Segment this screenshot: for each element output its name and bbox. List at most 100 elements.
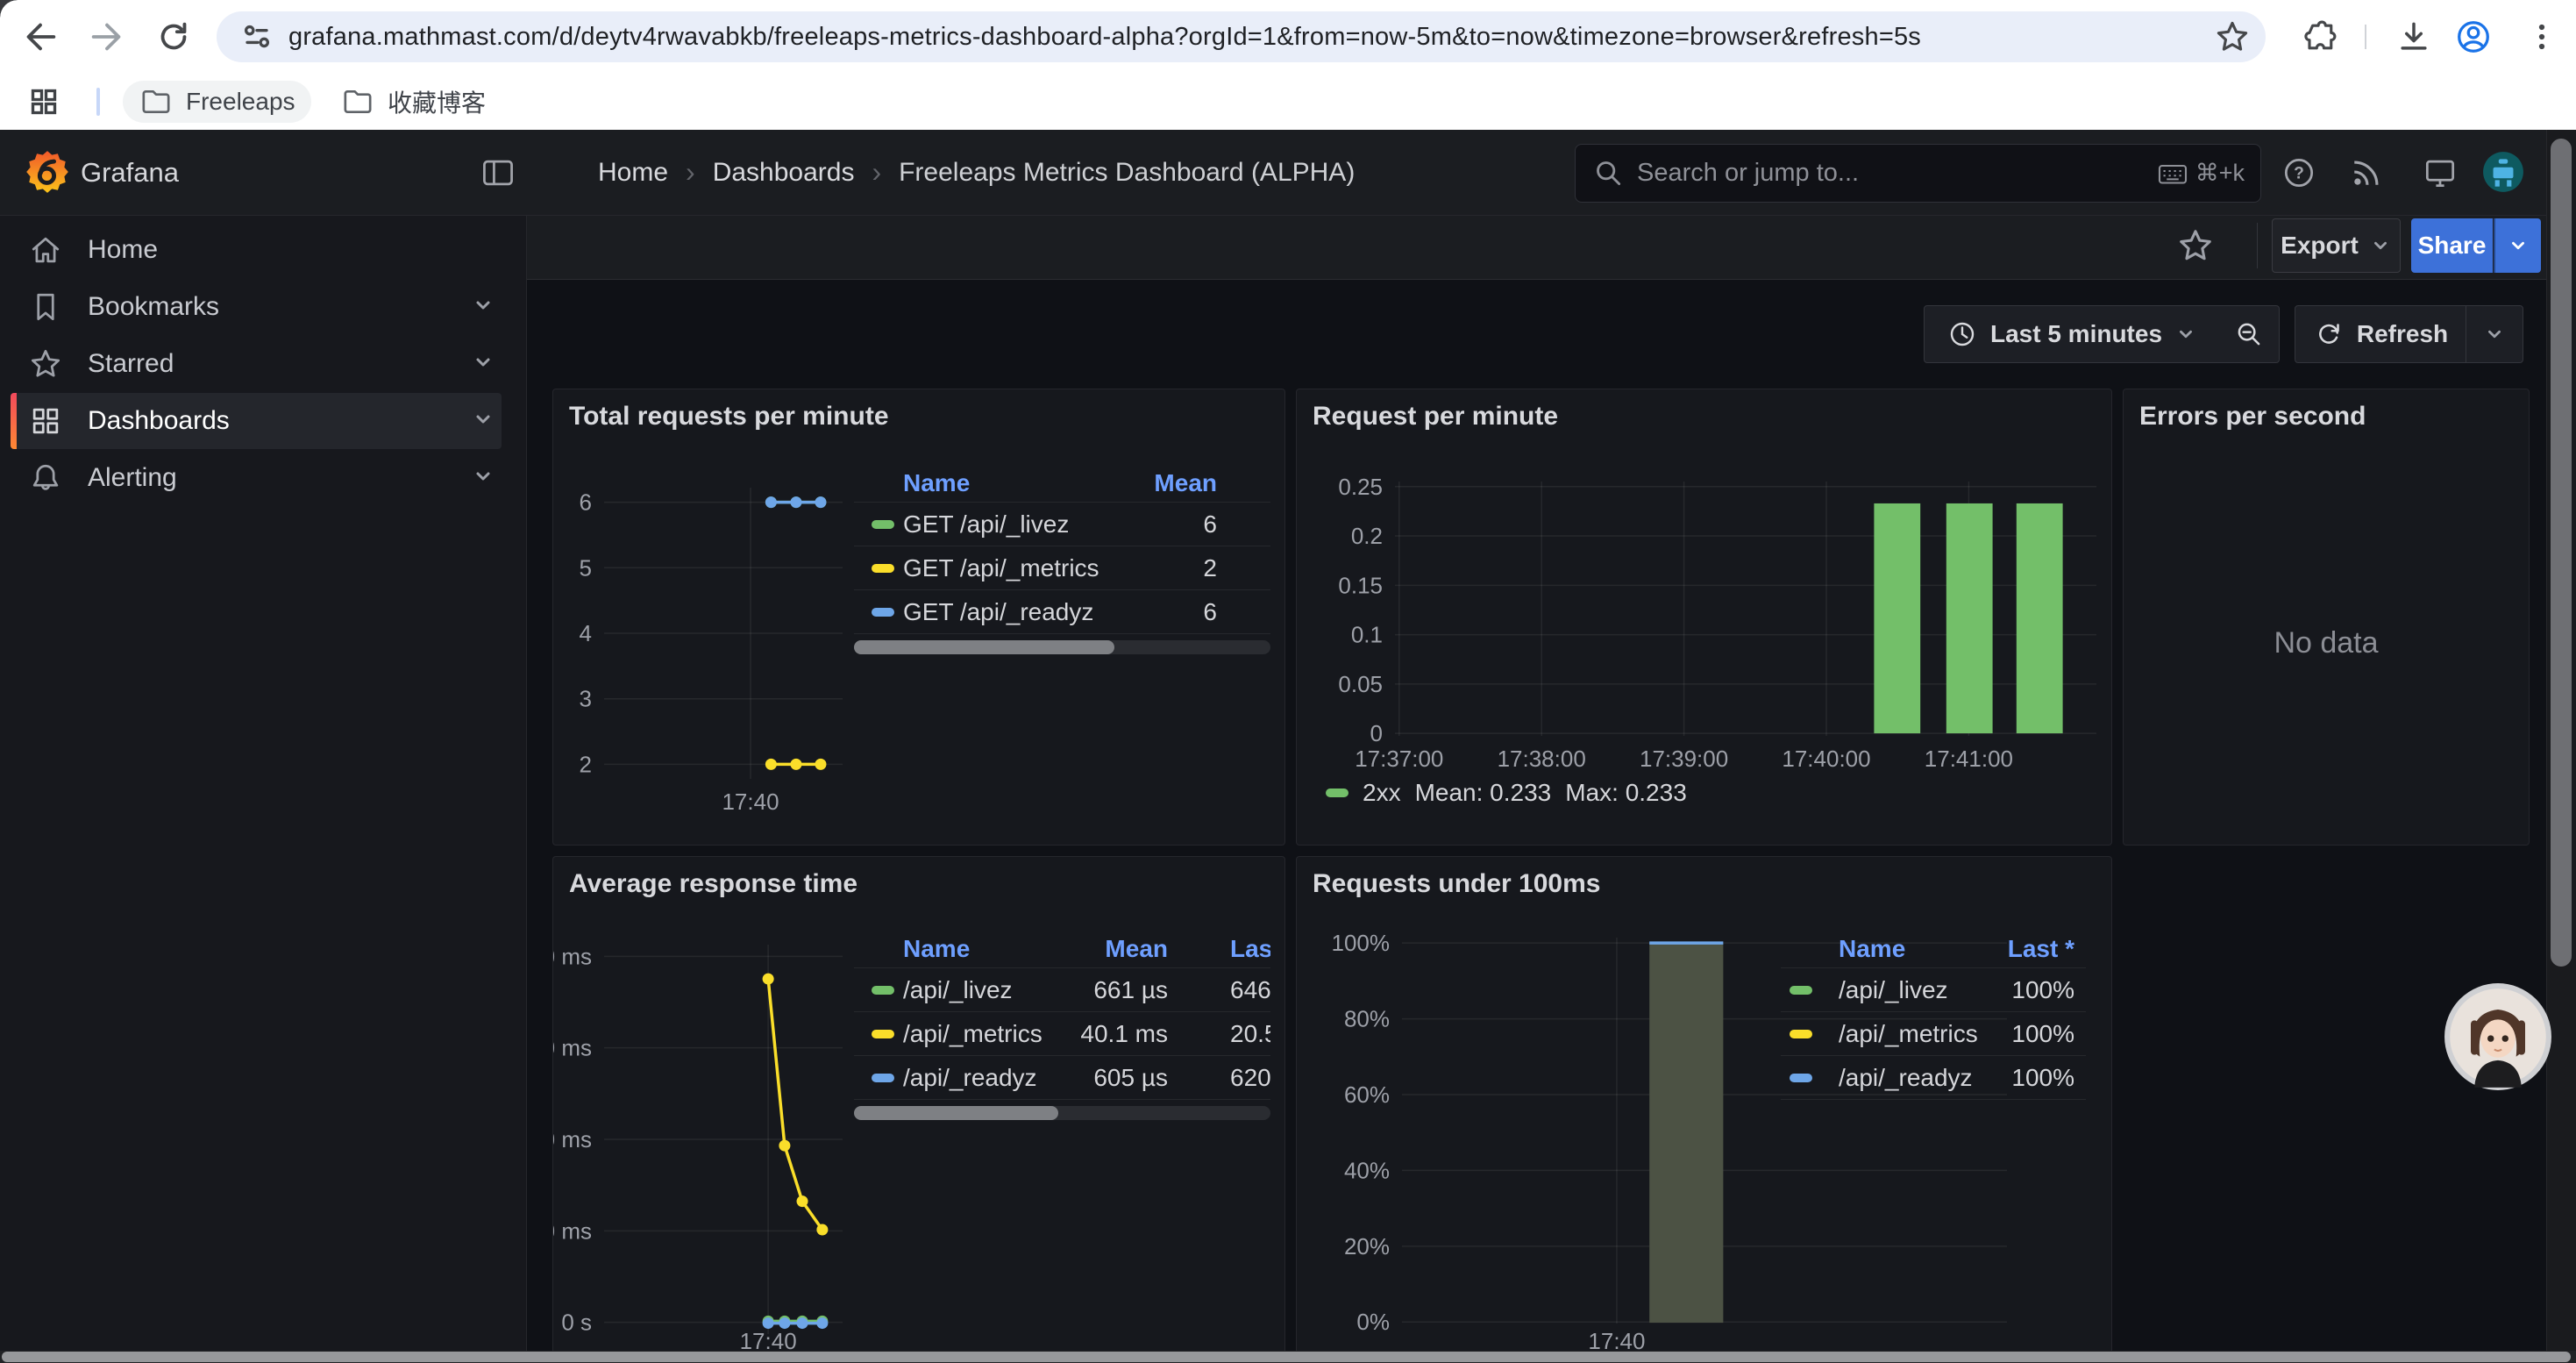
- bookmark-folder[interactable]: 收藏博客: [324, 81, 502, 123]
- breadcrumb-separator: ›: [872, 156, 881, 189]
- profile-button[interactable]: [2453, 17, 2494, 57]
- reload-icon: [153, 17, 194, 57]
- sidebar-item-starred[interactable]: Starred: [0, 336, 526, 392]
- expand-chevron[interactable]: [471, 464, 495, 489]
- dock-menu-button[interactable]: [478, 153, 518, 193]
- expand-chevron[interactable]: [471, 350, 495, 375]
- refresh-label: Refresh: [2357, 320, 2448, 348]
- legend[interactable]: 2xx Mean: 0.233 Max: 0.233: [1326, 779, 1687, 807]
- legend-swatch: [1326, 789, 1348, 797]
- legend-scrollbar[interactable]: [854, 640, 1270, 654]
- svg-text:20 ms: 20 ms: [553, 1217, 592, 1244]
- bookmark-folder[interactable]: Freeleaps: [123, 81, 311, 123]
- grid-icon: [26, 402, 65, 440]
- search-icon: [1591, 156, 1626, 191]
- svg-text:40%: 40%: [1344, 1157, 1390, 1183]
- legend-row[interactable]: /api/_readyz100%: [1781, 1056, 2086, 1099]
- legend-header: Name Mean: [854, 465, 1270, 502]
- downloads-button[interactable]: [2394, 17, 2434, 57]
- legend-col-mean[interactable]: Mean: [1024, 465, 1217, 502]
- expand-chevron[interactable]: [471, 293, 495, 318]
- vertical-scrollbar-thumb[interactable]: [2551, 139, 2572, 967]
- user-avatar[interactable]: [2481, 150, 2525, 194]
- folder-icon: [139, 84, 174, 119]
- zoom-out-button[interactable]: [2219, 305, 2280, 363]
- svg-text:5: 5: [580, 554, 592, 581]
- panel-title[interactable]: Total requests per minute: [569, 402, 889, 432]
- legend-col-last[interactable]: Last *: [1230, 931, 1270, 967]
- legend-row[interactable]: /api/_livez661 µs646 µs: [854, 968, 1270, 1011]
- chevron-down-icon: [2483, 323, 2506, 346]
- help-button[interactable]: ?: [2279, 153, 2319, 193]
- help-icon: ?: [2280, 153, 2318, 192]
- panel-title[interactable]: Requests under 100ms: [1313, 869, 1600, 899]
- panel-chart: 6543217:40NameMeanGET /api/_livez6GET /a…: [553, 389, 1284, 845]
- bookmark-star-icon[interactable]: [2213, 18, 2252, 56]
- share-menu-button[interactable]: [2494, 218, 2541, 273]
- display-button[interactable]: [2420, 153, 2460, 193]
- legend-col-mean[interactable]: Mean: [975, 931, 1168, 967]
- sidebar-item-dashboards[interactable]: Dashboards: [0, 393, 526, 449]
- back-button[interactable]: [19, 16, 61, 58]
- breadcrumb: Home › Dashboards › Freeleaps Metrics Da…: [598, 130, 1355, 215]
- favorite-dashboard-button[interactable]: [2175, 225, 2216, 266]
- horizontal-scrollbar-thumb[interactable]: [2, 1352, 2571, 1362]
- svg-text:60 ms: 60 ms: [553, 1035, 592, 1061]
- legend-row[interactable]: GET /api/_readyz6: [854, 590, 1270, 633]
- star-icon: [26, 345, 65, 383]
- bell-icon: [26, 459, 65, 497]
- refresh-button[interactable]: Refresh: [2295, 305, 2466, 363]
- time-range-picker[interactable]: Last 5 minutes: [1924, 305, 2220, 363]
- svg-text:0.1: 0.1: [1351, 622, 1383, 648]
- apps-grid-button[interactable]: [26, 84, 61, 119]
- legend-value: 661 µs: [975, 968, 1168, 1011]
- export-button[interactable]: Export: [2272, 218, 2401, 273]
- monitor-icon: [2421, 153, 2459, 192]
- breadcrumb-home[interactable]: Home: [598, 158, 668, 188]
- bookmark-label: 收藏博客: [388, 84, 486, 119]
- sidebar-item-home[interactable]: Home: [0, 222, 526, 278]
- legend-col-last[interactable]: Last *: [1882, 931, 2074, 967]
- search-shortcut: ⌘+k: [2157, 158, 2245, 189]
- svg-text:60%: 60%: [1344, 1081, 1390, 1108]
- address-bar[interactable]: grafana.mathmast.com/d/deytv4rwavabkb/fr…: [217, 11, 2266, 62]
- browser-menu-button[interactable]: [2522, 17, 2562, 57]
- legend-row[interactable]: GET /api/_livez6: [854, 503, 1270, 546]
- apps-grid-icon: [26, 84, 61, 119]
- svg-text:17:39:00: 17:39:00: [1640, 746, 1728, 772]
- legend-row[interactable]: /api/_livez100%: [1781, 968, 2086, 1011]
- news-button[interactable]: [2346, 153, 2387, 193]
- site-settings-icon[interactable]: [238, 18, 276, 56]
- legend-value: 6: [1024, 503, 1217, 546]
- panel-chart: 0.250.20.150.10.05017:37:0017:38:0017:39…: [1297, 389, 2111, 845]
- breadcrumb-dashboards[interactable]: Dashboards: [713, 158, 855, 188]
- sidebar-item-alerting[interactable]: Alerting: [0, 450, 526, 506]
- expand-chevron[interactable]: [471, 407, 495, 432]
- assistant-avatar[interactable]: [2444, 982, 2552, 1091]
- share-button[interactable]: Share: [2411, 218, 2493, 273]
- forward-button[interactable]: [86, 16, 128, 58]
- svg-text:0 s: 0 s: [561, 1309, 592, 1336]
- chevron-down-icon: [2174, 323, 2197, 346]
- panel-title[interactable]: Request per minute: [1313, 402, 1558, 432]
- reload-button[interactable]: [153, 16, 195, 58]
- legend-row[interactable]: GET /api/_metrics2: [854, 546, 1270, 589]
- legend-col-name[interactable]: Name: [903, 465, 970, 502]
- panel-title[interactable]: Average response time: [569, 869, 857, 899]
- browser-window: grafana.mathmast.com/d/deytv4rwavabkb/fr…: [0, 0, 2576, 1363]
- legend-max: Max: 0.233: [1565, 779, 1687, 807]
- legend-col-name[interactable]: Name: [903, 931, 970, 967]
- panel-title[interactable]: Errors per second: [2139, 402, 2366, 432]
- extensions-button[interactable]: [2299, 17, 2339, 57]
- search-input[interactable]: [1635, 158, 2157, 189]
- sidebar-item-bookmarks[interactable]: Bookmarks: [0, 279, 526, 335]
- legend-row[interactable]: /api/_metrics100%: [1781, 1012, 2086, 1055]
- rss-icon: [2347, 153, 2386, 192]
- keyboard-icon: [2157, 158, 2188, 189]
- legend-scrollbar[interactable]: [854, 1106, 1270, 1120]
- search-box[interactable]: ⌘+k: [1575, 144, 2261, 203]
- refresh-interval-button[interactable]: [2466, 305, 2523, 363]
- legend-row[interactable]: /api/_readyz605 µs620 µs: [854, 1056, 1270, 1099]
- legend-value: 620 µs: [1230, 1056, 1270, 1099]
- legend-row[interactable]: /api/_metrics40.1 ms20.5 ms: [854, 1012, 1270, 1055]
